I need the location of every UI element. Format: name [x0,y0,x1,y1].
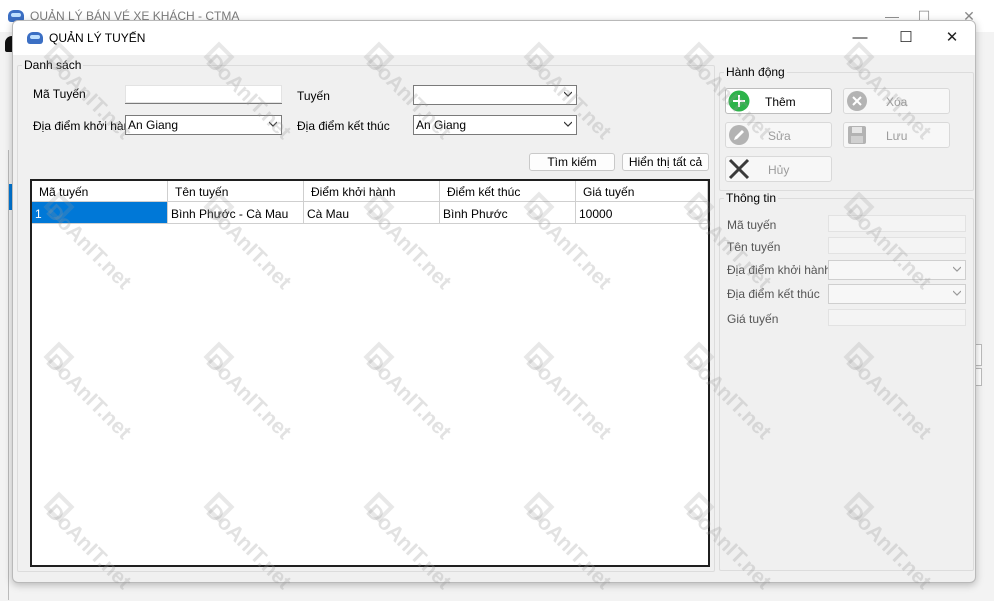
info-groupbox-legend: Thông tin [726,191,777,205]
diem-ket-thuc-combobox[interactable]: An Giang [413,115,577,135]
child-titlebar: QUẢN LÝ TUYẾN — ☐ ✕ [13,21,975,55]
cross-icon [728,158,750,180]
info-ma-tuyen-input[interactable] [828,215,966,232]
info-ten-tuyen-label: Tên tuyến [727,240,781,254]
x-circle-icon [847,91,867,111]
column-header-diem-ket-thuc[interactable]: Điểm kết thúc [440,181,576,202]
search-button[interactable]: Tìm kiếm [529,153,615,171]
info-khoi-hanh-combobox[interactable] [828,260,966,280]
column-header-ten-tuyen[interactable]: Tên tuyến [168,181,304,202]
list-groupbox-legend: Danh sách [24,58,82,72]
table-cell[interactable]: 10000 [576,202,708,224]
diem-ket-thuc-label: Địa điểm kết thúc [297,119,390,133]
table-cell[interactable]: 1 [32,202,168,224]
add-button[interactable]: Thêm [725,88,832,114]
plus-circle-icon [728,90,750,112]
route-management-window: QUẢN LÝ TUYẾN — ☐ ✕ Danh sách Mã Tuyến T… [12,20,976,583]
table-cell[interactable]: Bình Phước [440,202,576,224]
ma-tuyen-input[interactable] [125,85,282,104]
edit-button-label: Sửa [768,129,791,143]
child-window-title: QUẢN LÝ TUYẾN [49,31,146,45]
app-icon [27,32,43,44]
tuyen-combobox[interactable] [413,85,577,105]
column-header-ma-tuyen[interactable]: Mã tuyến [32,181,168,202]
diem-khoi-hanh-label: Địa điểm khởi hành [33,119,137,133]
diem-khoi-hanh-value: An Giang [128,118,179,132]
chevron-down-icon [564,91,572,97]
chevron-down-icon [564,121,572,127]
delete-button-label: Xóa [886,95,908,109]
diem-khoi-hanh-combobox[interactable]: An Giang [125,115,282,135]
save-button[interactable]: Lưu [843,122,950,148]
actions-groupbox-legend: Hành động [726,65,785,79]
cancel-button-label: Hủy [768,163,790,177]
info-gia-tuyen-input[interactable] [828,309,966,326]
info-ma-tuyen-label: Mã tuyến [727,218,777,232]
routes-datagrid[interactable]: Mã tuyến Tên tuyến Điểm khởi hành Điểm k… [30,179,710,567]
show-all-button[interactable]: Hiển thị tất cả [622,153,709,171]
child-close-button[interactable]: ✕ [937,28,967,48]
child-minimize-button[interactable]: — [845,28,875,48]
chevron-down-icon [953,290,961,296]
pencil-icon [729,125,749,145]
add-button-label: Thêm [765,95,796,109]
table-cell[interactable]: Cà Mau [304,202,440,224]
chevron-down-icon [953,266,961,272]
floppy-disk-icon [848,126,866,144]
info-khoi-hanh-label: Địa điểm khởi hành [727,263,831,277]
info-ket-thuc-label: Địa điểm kết thúc [727,287,820,301]
edit-button[interactable]: Sửa [725,122,832,148]
tuyen-label: Tuyến [297,89,330,103]
info-ten-tuyen-input[interactable] [828,237,966,254]
column-header-diem-khoi-hanh[interactable]: Điểm khởi hành [304,181,440,202]
table-cell[interactable]: Bình Phước - Cà Mau [168,202,304,224]
column-header-gia-tuyen[interactable]: Giá tuyến [576,181,708,202]
ma-tuyen-label: Mã Tuyến [33,87,86,101]
info-gia-tuyen-label: Giá tuyến [727,312,779,326]
cancel-button[interactable]: Hủy [725,156,832,182]
child-maximize-button[interactable]: ☐ [891,28,921,48]
delete-button[interactable]: Xóa [843,88,950,114]
chevron-down-icon [269,121,277,127]
diem-ket-thuc-value: An Giang [416,118,467,132]
info-ket-thuc-combobox[interactable] [828,284,966,304]
save-button-label: Lưu [886,129,908,143]
